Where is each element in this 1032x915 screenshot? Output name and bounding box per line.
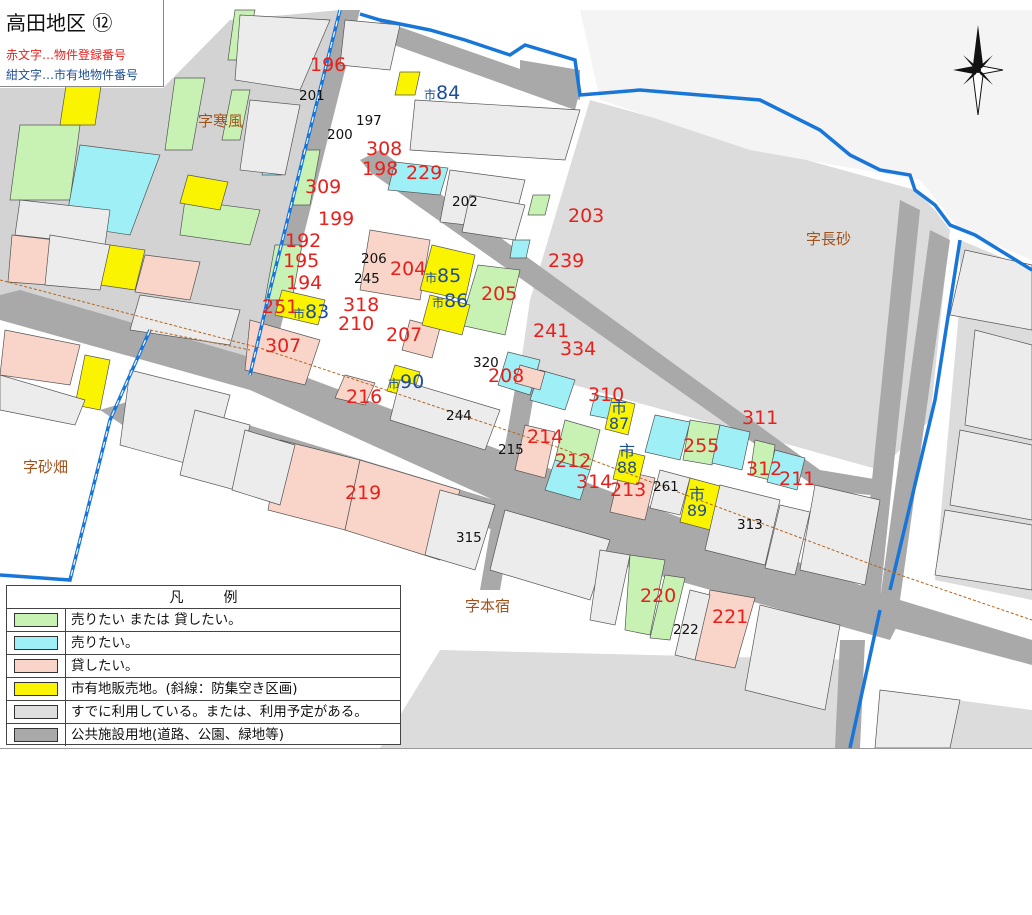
city-number[interactable]: 市86 xyxy=(432,292,468,311)
parcel-number: 320 xyxy=(473,355,499,371)
registered-number[interactable]: 239 xyxy=(548,252,584,271)
registered-number[interactable]: 314 xyxy=(576,473,612,492)
parcel-number: 215 xyxy=(498,442,524,458)
registered-number[interactable]: 198 xyxy=(362,160,398,179)
parcel-number: 202 xyxy=(452,194,478,210)
city-number[interactable]: 市84 xyxy=(424,84,460,103)
registered-number[interactable]: 192 xyxy=(285,232,321,251)
registered-number[interactable]: 219 xyxy=(345,484,381,503)
area-name-samukaze: 字寒風 xyxy=(198,112,244,130)
parcel-number: 261 xyxy=(653,479,679,495)
registered-number[interactable]: 307 xyxy=(265,337,301,356)
blue-text-note: 紺文字…市有地物件番号 xyxy=(6,68,139,82)
legend-label: 貸したい。 xyxy=(71,658,139,674)
legend-item: 市有地販売地。(斜線：防集空き区画) xyxy=(7,678,400,701)
red-text-note: 赤文字…物件登録番号 xyxy=(6,48,127,62)
legend-label: 売りたい または 貸したい。 xyxy=(71,612,242,628)
registered-number[interactable]: 203 xyxy=(568,207,604,226)
map-title-box: 高田地区 ⑫ 赤文字…物件登録番号 紺文字…市有地物件番号 xyxy=(0,0,164,87)
registered-number[interactable]: 255 xyxy=(683,437,719,456)
registered-number[interactable]: 221 xyxy=(712,608,748,627)
registered-number[interactable]: 210 xyxy=(338,315,374,334)
legend-label: すでに利用している。または、利用予定がある。 xyxy=(71,704,368,720)
parcel-map[interactable]: 高田地区 ⑫ 赤文字…物件登録番号 紺文字…市有地物件番号 字寒風 字長砂 字砂… xyxy=(0,0,1032,749)
registered-number[interactable]: 229 xyxy=(406,164,442,183)
registered-number[interactable]: 311 xyxy=(742,409,778,428)
city-number[interactable]: 市83 xyxy=(293,303,329,322)
legend-item: 貸したい。 xyxy=(7,655,400,678)
legend-swatch xyxy=(14,636,58,650)
registered-number[interactable]: 309 xyxy=(305,178,341,197)
city-number[interactable]: 市85 xyxy=(425,267,461,286)
parcel-number: 245 xyxy=(354,271,380,287)
parcel-number: 222 xyxy=(673,622,699,638)
registered-number[interactable]: 194 xyxy=(286,274,322,293)
area-name-sunabatake: 字砂畑 xyxy=(23,458,69,476)
registered-number[interactable]: 212 xyxy=(555,452,591,471)
registered-number[interactable]: 199 xyxy=(318,210,354,229)
registered-number[interactable]: 334 xyxy=(560,340,596,359)
map-legend: 凡 例 売りたい または 貸したい。 売りたい。 貸したい。 市有地販売地。(斜… xyxy=(6,585,401,746)
area-name-nagasuna: 字長砂 xyxy=(806,230,852,248)
registered-number[interactable]: 308 xyxy=(366,140,402,159)
legend-swatch xyxy=(14,705,58,719)
map-title: 高田地区 ⑫ xyxy=(6,11,113,35)
legend-title-right: 例 xyxy=(223,590,238,606)
registered-number[interactable]: 205 xyxy=(481,285,517,304)
parcel-number: 206 xyxy=(361,251,387,267)
legend-label: 公共施設用地(道路、公園、緑地等) xyxy=(71,727,285,743)
parcel-number: 313 xyxy=(737,517,763,533)
registered-number[interactable]: 204 xyxy=(390,260,426,279)
legend-item: 公共施設用地(道路、公園、緑地等) xyxy=(7,724,400,746)
city-number[interactable]: 市89 xyxy=(686,487,708,519)
registered-number[interactable]: 214 xyxy=(527,428,563,447)
legend-swatch xyxy=(14,613,58,627)
legend-title: 凡 例 xyxy=(7,586,400,609)
legend-label: 市有地販売地。(斜線：防集空き区画) xyxy=(71,681,298,697)
legend-title-left: 凡 xyxy=(169,590,184,606)
parcel-number: 244 xyxy=(446,408,472,424)
parcel-number: 197 xyxy=(356,113,382,129)
city-number[interactable]: 市88 xyxy=(616,444,638,476)
registered-number[interactable]: 220 xyxy=(640,587,676,606)
legend-swatch xyxy=(14,728,58,742)
registered-number[interactable]: 207 xyxy=(386,326,422,345)
parcel-number: 315 xyxy=(456,530,482,546)
legend-label: 売りたい。 xyxy=(71,635,139,651)
parcel-number: 201 xyxy=(299,88,325,104)
legend-item: すでに利用している。または、利用予定がある。 xyxy=(7,701,400,724)
legend-item: 売りたい。 xyxy=(7,632,400,655)
area-name-honjuku: 字本宿 xyxy=(465,597,511,615)
registered-number[interactable]: 312 xyxy=(746,460,782,479)
city-number[interactable]: 市87 xyxy=(608,400,630,432)
city-number[interactable]: 市90 xyxy=(388,373,424,392)
registered-number[interactable]: 211 xyxy=(779,470,815,489)
registered-number[interactable]: 196 xyxy=(310,56,346,75)
registered-number[interactable]: 213 xyxy=(610,481,646,500)
registered-number[interactable]: 195 xyxy=(283,252,319,271)
registered-number[interactable]: 216 xyxy=(346,388,382,407)
legend-item: 売りたい または 貸したい。 xyxy=(7,609,400,632)
legend-swatch xyxy=(14,659,58,673)
legend-swatch xyxy=(14,682,58,696)
parcel-number: 200 xyxy=(327,127,353,143)
